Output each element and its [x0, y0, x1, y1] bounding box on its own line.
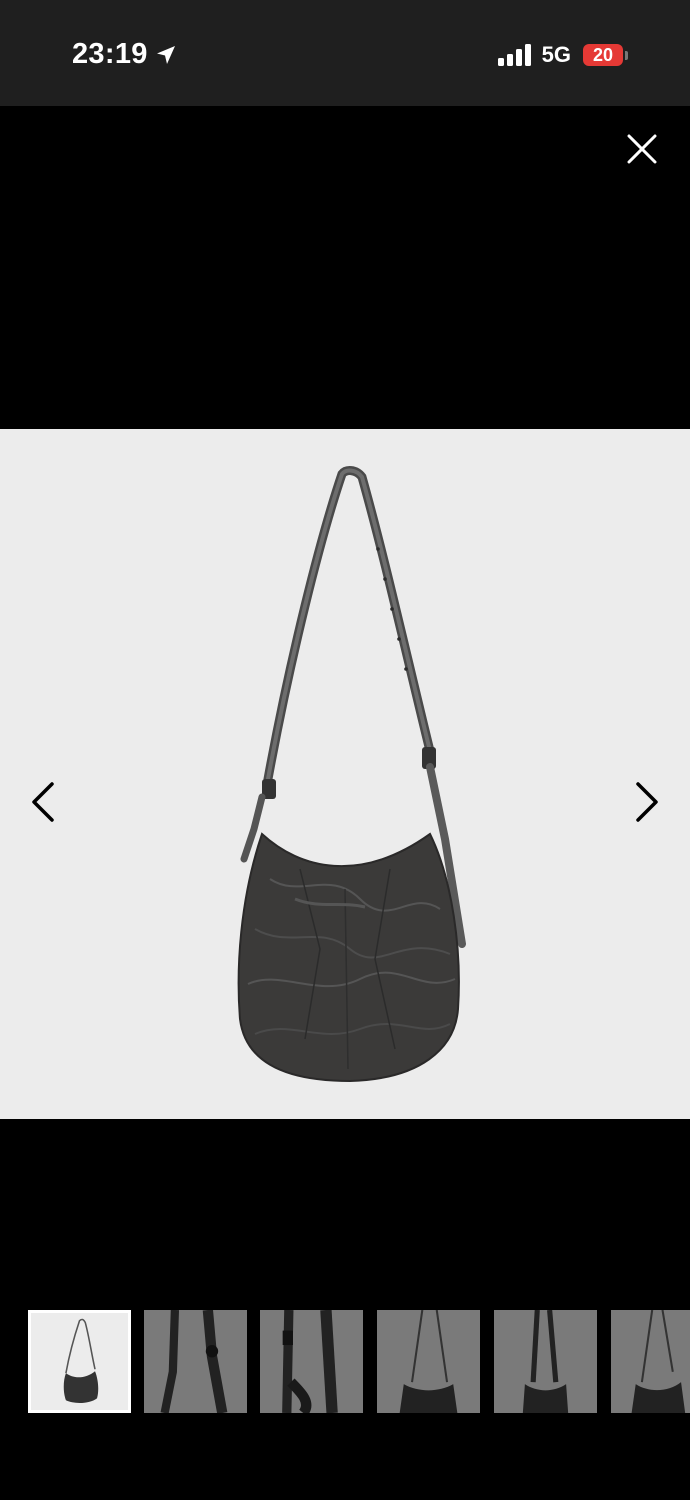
battery-icon: 20: [583, 44, 628, 66]
thumbnail-bag-angle-image: [631, 1310, 686, 1413]
thumbnail-6[interactable]: [611, 1310, 690, 1413]
thumbnail-bag-side-image: [399, 1310, 458, 1413]
status-right-group: 5G 20: [497, 42, 628, 68]
status-bar: 23:19 5G 20: [0, 0, 690, 106]
thumbnail-bag-back-image: [522, 1310, 569, 1413]
bag-photo: [237, 466, 466, 1083]
thumbnail-4[interactable]: [377, 1310, 480, 1413]
thumbnail-strip: [0, 1310, 690, 1416]
location-arrow-icon: [156, 45, 175, 64]
thumbnail-2[interactable]: [144, 1310, 247, 1413]
network-type: 5G: [541, 42, 571, 67]
thumbnail-3[interactable]: [260, 1310, 363, 1413]
chevron-right-icon[interactable]: [626, 772, 666, 832]
close-icon[interactable]: [618, 125, 666, 173]
thumbnail-5[interactable]: [494, 1310, 597, 1413]
time-group: 23:19: [72, 38, 178, 71]
chevron-left-icon[interactable]: [24, 772, 64, 832]
thumbnail-strap-closeup-image: [160, 1310, 228, 1413]
status-time: 23:19: [72, 38, 148, 70]
signal-bars-icon: [497, 44, 531, 66]
battery-level: 20: [583, 44, 623, 66]
battery-cap: [625, 50, 628, 60]
main-product-image: [0, 429, 690, 1119]
thumbnail-buckle-closeup-image: [282, 1310, 338, 1413]
thumbnail-1[interactable]: [28, 1310, 131, 1413]
thumbnail-bag-image: [63, 1318, 99, 1404]
